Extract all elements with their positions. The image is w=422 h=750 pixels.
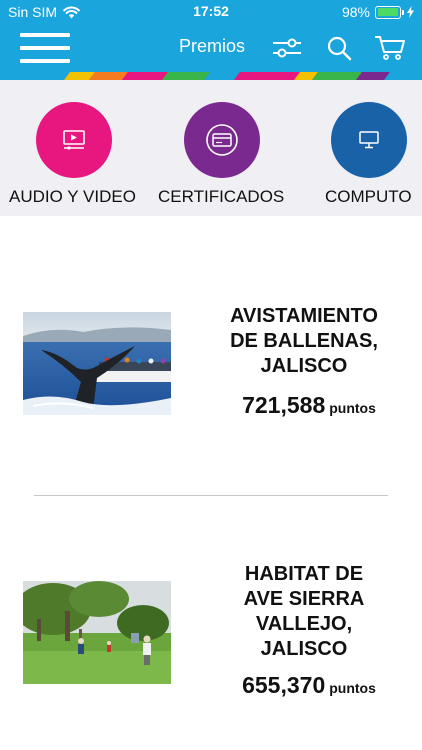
decorative-stripe (0, 72, 422, 80)
battery-icon (375, 5, 404, 19)
product-image-whale[interactable] (23, 312, 171, 415)
product-title-line: VALLEJO, (255, 613, 353, 635)
charging-icon (407, 6, 414, 18)
points-value: 721,588 (242, 392, 326, 418)
points-unit: puntos (329, 400, 376, 416)
list-divider (34, 495, 388, 496)
card-icon (206, 124, 238, 156)
category-strip: AUDIO Y VIDEO CERTIFICADOS COMPUTO (0, 80, 422, 216)
menu-icon-bar (20, 59, 70, 63)
category-certificados[interactable]: CERTIFICADOS (146, 80, 296, 216)
category-icon-circle[interactable] (36, 102, 112, 178)
points-value: 655,370 (242, 672, 326, 698)
category-label: CERTIFICADOS (158, 187, 285, 206)
whale-tail-photo (23, 312, 171, 415)
product-title-line: AVE SIERRA (243, 588, 365, 610)
category-icon-circle[interactable] (331, 102, 407, 178)
product-title-line: JALISCO (260, 638, 348, 660)
product-points: 655,370 puntos (204, 672, 414, 699)
product-title: HABITAT DE AVE SIERRA VALLEJO, JALISCO (212, 562, 396, 662)
battery-info: 98% (342, 4, 414, 20)
video-icon (63, 130, 85, 150)
menu-button[interactable] (20, 33, 70, 63)
product-title-line: DE BALLENAS, (230, 330, 378, 352)
product-image-park[interactable] (23, 581, 171, 684)
product-title-line: HABITAT DE (244, 563, 364, 585)
category-audio-video[interactable]: AUDIO Y VIDEO (0, 80, 146, 216)
page-title: Premios (178, 36, 245, 56)
menu-icon-bar (20, 33, 70, 37)
points-unit: puntos (329, 680, 376, 696)
park-photo (23, 581, 171, 684)
product-title-line: AVISTAMIENTO (230, 305, 378, 327)
monitor-icon (359, 131, 379, 149)
search-icon[interactable] (326, 35, 356, 61)
product-points: 721,588 puntos (204, 392, 414, 419)
category-icon-circle[interactable] (184, 102, 260, 178)
battery-fill (377, 8, 399, 16)
category-label: AUDIO Y VIDEO (9, 187, 136, 206)
menu-icon-bar (20, 46, 70, 50)
product-title: AVISTAMIENTO DE BALLENAS, JALISCO (212, 304, 396, 379)
product-title-line: JALISCO (260, 355, 348, 377)
category-label: COMPUTO (325, 187, 412, 206)
status-bar: Sin SIM 17:52 98% (0, 0, 422, 24)
filter-icon[interactable] (272, 35, 302, 61)
nav-bar: Premios (0, 24, 422, 72)
category-computo[interactable]: COMPUTO (296, 80, 422, 216)
cart-icon[interactable] (374, 35, 406, 61)
battery-percent: 98% (341, 4, 370, 20)
